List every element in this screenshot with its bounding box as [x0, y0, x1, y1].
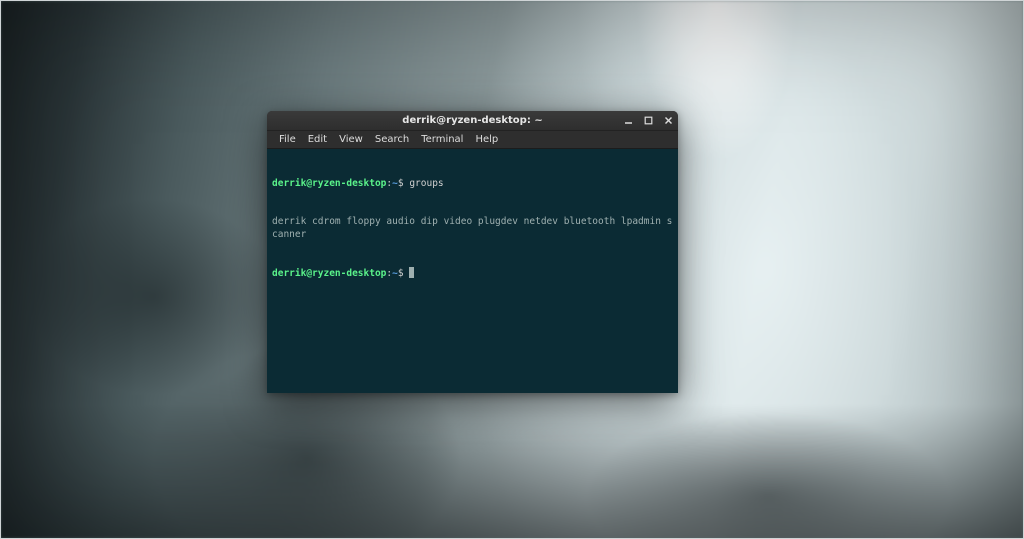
menu-edit[interactable]: Edit [302, 132, 333, 147]
maximize-icon [644, 116, 653, 125]
menubar: File Edit View Search Terminal Help [267, 131, 678, 149]
terminal-window[interactable]: derrik@ryzen-desktop: ~ File Edit [267, 111, 678, 393]
terminal-body[interactable]: derrik@ryzen-desktop:~$ groups derrik cd… [267, 149, 678, 393]
cursor-block [409, 267, 414, 278]
close-button[interactable] [662, 115, 674, 127]
window-titlebar[interactable]: derrik@ryzen-desktop: ~ [267, 111, 678, 131]
output-text: derrik cdrom floppy audio dip video plug… [272, 216, 672, 240]
menu-view[interactable]: View [333, 132, 369, 147]
command-text: groups [409, 178, 443, 189]
terminal-line: derrik cdrom floppy audio dip video plug… [272, 216, 673, 242]
menu-file[interactable]: File [273, 132, 302, 147]
window-title: derrik@ryzen-desktop: ~ [402, 115, 542, 126]
prompt-user-host: derrik@ryzen-desktop [272, 178, 386, 189]
minimize-button[interactable] [622, 115, 634, 127]
minimize-icon [624, 116, 633, 125]
prompt-user-host: derrik@ryzen-desktop [272, 268, 386, 279]
close-icon [664, 116, 673, 125]
terminal-line: derrik@ryzen-desktop:~$ [272, 267, 673, 281]
menu-help[interactable]: Help [469, 132, 504, 147]
window-controls [622, 111, 674, 130]
prompt-symbol: $ [398, 178, 404, 189]
prompt-symbol: $ [398, 268, 404, 279]
menu-search[interactable]: Search [369, 132, 415, 147]
menu-terminal[interactable]: Terminal [415, 132, 469, 147]
maximize-button[interactable] [642, 115, 654, 127]
terminal-line: derrik@ryzen-desktop:~$ groups [272, 178, 673, 191]
